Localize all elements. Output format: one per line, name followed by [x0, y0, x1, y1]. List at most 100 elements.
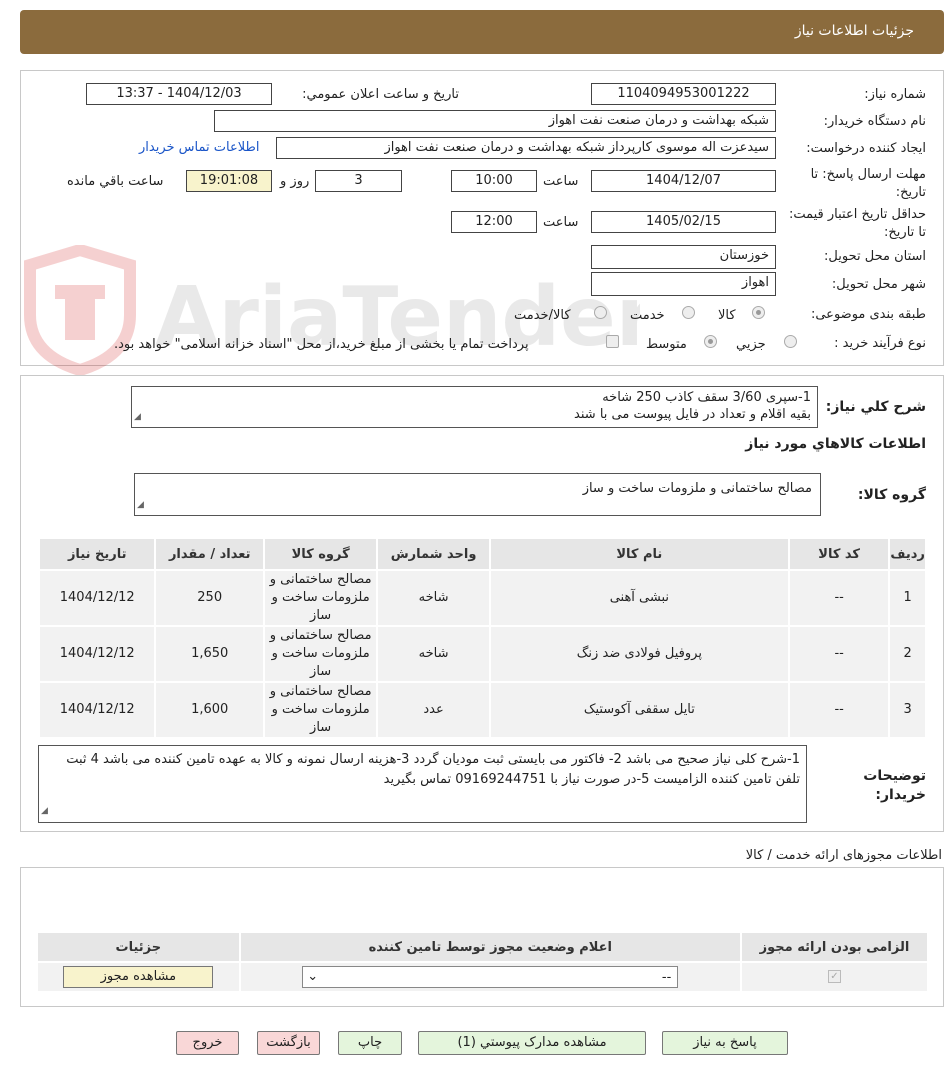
cell-code: -- — [787, 569, 891, 627]
cell-qty: 250 — [154, 569, 265, 627]
col-license-status: اعلام وضعیت مجوز توسط تامین کننده — [238, 931, 742, 963]
required-checkbox: ✓ — [827, 970, 841, 983]
announce-label: تاریخ و ساعت اعلان عمومي: — [302, 87, 459, 102]
remaining-label: ساعت باقي مانده — [67, 174, 164, 189]
cell-date: 1404/12/12 — [37, 625, 157, 683]
cell-group: مصالح ساختمانی و ملزومات ساخت و ساز — [262, 681, 379, 739]
license-required-cell: ✓ — [739, 961, 930, 993]
process-label: نوع فرآیند خرید : — [834, 336, 926, 351]
col-row: ردیف — [888, 537, 927, 571]
exit-button[interactable]: خروج — [176, 1031, 239, 1055]
notes-text: 1-شرح کلی نیاز صحیح می باشد 2- فاکتور می… — [66, 752, 800, 787]
deadline-time-field[interactable]: 10:00 — [451, 170, 537, 192]
category-radio-service[interactable] — [682, 306, 695, 319]
summary-line-2: بقیه اقلام و تعداد در فایل پیوست می با ش… — [574, 407, 811, 422]
validity-hour-label: ساعت — [543, 215, 579, 230]
items-table-header-row: ردیف کد کالا نام کالا واحد شمارش گروه کا… — [37, 537, 927, 571]
cell-row: 3 — [888, 681, 927, 739]
license-status-value: -- — [661, 970, 672, 985]
category-option-service: خدمت — [630, 308, 665, 323]
announce-field[interactable]: 1404/12/03 - 13:37 — [86, 83, 272, 105]
items-table: ردیف کد کالا نام کالا واحد شمارش گروه کا… — [37, 537, 927, 739]
table-row: 3 -- تایل سقفی آکوستیک عدد مصالح ساختمان… — [37, 681, 927, 739]
page-header: جزئیات اطلاعات نیاز — [20, 10, 944, 54]
col-name: نام کالا — [488, 537, 790, 571]
license-row: ✓ ⌄ -- مشاهده مجوز — [36, 961, 930, 993]
notes-textarea[interactable]: 1-شرح کلی نیاز صحیح می باشد 2- فاکتور می… — [38, 745, 807, 823]
group-label: گروه کالا: — [857, 487, 926, 503]
attachments-button[interactable]: مشاهده مدارک پیوستي (1) — [418, 1031, 646, 1055]
need-number-field[interactable]: 1104094953001222 — [591, 83, 776, 105]
process-radio-small[interactable] — [784, 335, 797, 348]
days-field[interactable]: 3 — [315, 170, 402, 192]
back-button[interactable]: بازگشت — [257, 1031, 320, 1055]
col-date: تاریخ نیاز — [37, 537, 157, 571]
buyer-org-label: نام دستگاه خریدار: — [823, 114, 926, 129]
remaining-time-field: 19:01:08 — [186, 170, 272, 192]
cell-qty: 1,600 — [154, 681, 265, 739]
print-button[interactable]: چاپ — [338, 1031, 402, 1055]
validity-date-field[interactable]: 1405/02/15 — [591, 211, 776, 233]
license-status-cell: ⌄ -- — [238, 961, 742, 993]
buyer-contact-link[interactable]: اطلاعات تماس خریدار — [139, 140, 259, 155]
cell-name: پروفیل فولادی ضد زنگ — [488, 625, 790, 683]
days-label: روز و — [280, 174, 310, 189]
summary-textarea[interactable]: 1-سپری 3/60 سقف کاذب 250 شاخه بقیه اقلام… — [131, 386, 818, 428]
cell-name: نبشی آهنی — [488, 569, 790, 627]
payment-note: پرداخت تمام یا بخشی از مبلغ خرید،از محل … — [114, 337, 529, 352]
group-value: مصالح ساختمانی و ملزومات ساخت و ساز — [582, 481, 812, 496]
col-unit: واحد شمارش — [376, 537, 491, 571]
validity-label: حداقل تاریخ اعتبار قیمت: تا تاریخ: — [788, 207, 926, 240]
license-status-select[interactable]: ⌄ -- — [302, 966, 679, 988]
licenses-table: الزامی بودن ارائه مجوز اعلام وضعیت مجوز … — [36, 931, 930, 993]
cell-unit: عدد — [376, 681, 491, 739]
reply-button[interactable]: پاسخ به نیاز — [662, 1031, 788, 1055]
need-number-label: شماره نیاز: — [864, 87, 926, 102]
process-radio-medium[interactable] — [704, 335, 717, 348]
license-details-cell: مشاهده مجوز — [36, 961, 241, 993]
group-textarea[interactable]: مصالح ساختمانی و ملزومات ساخت و ساز ◢ — [134, 473, 821, 516]
deadline-date-field[interactable]: 1404/12/07 — [591, 170, 776, 192]
category-option-both: کالا/خدمت — [514, 308, 571, 323]
cell-unit: شاخه — [376, 569, 491, 627]
category-radio-both[interactable] — [594, 306, 607, 319]
cell-code: -- — [787, 625, 891, 683]
category-option-goods: کالا — [718, 308, 736, 323]
validity-time-field[interactable]: 12:00 — [451, 211, 537, 233]
summary-line-1: 1-سپری 3/60 سقف کاذب 250 شاخه — [602, 390, 811, 405]
notes-label: توضیحات خریدار: — [863, 768, 926, 803]
cell-group: مصالح ساختمانی و ملزومات ساخت و ساز — [262, 625, 379, 683]
treasury-checkbox[interactable] — [606, 335, 619, 348]
requester-field[interactable]: سیدعزت اله موسوی کارپرداز شبکه بهداشت و … — [276, 137, 776, 159]
resize-grip-icon[interactable]: ◢ — [134, 409, 141, 426]
view-license-button[interactable]: مشاهده مجوز — [63, 966, 214, 988]
process-option-small: جزیي — [736, 337, 766, 352]
cell-unit: شاخه — [376, 625, 491, 683]
table-row: 2 -- پروفیل فولادی ضد زنگ شاخه مصالح ساخ… — [37, 625, 927, 683]
cell-qty: 1,650 — [154, 625, 265, 683]
col-qty: تعداد / مقدار — [154, 537, 265, 571]
requester-label: ایجاد کننده درخواست: — [806, 141, 926, 156]
cell-row: 1 — [888, 569, 927, 627]
process-option-medium: متوسط — [646, 337, 687, 352]
category-radio-goods[interactable] — [752, 306, 765, 319]
city-label: شهر محل تحویل: — [831, 277, 926, 292]
col-license-required: الزامی بودن ارائه مجوز — [739, 931, 930, 963]
licenses-header-row: الزامی بودن ارائه مجوز اعلام وضعیت مجوز … — [36, 931, 930, 963]
page-title: جزئیات اطلاعات نیاز — [794, 23, 914, 39]
deadline-label: مهلت ارسال پاسخ: تا تاریخ: — [810, 167, 926, 200]
col-code: کد کالا — [787, 537, 891, 571]
col-license-details: جزئیات — [36, 931, 241, 963]
col-group: گروه کالا — [262, 537, 379, 571]
items-heading: اطلاعات کالاهاي مورد نیاز — [745, 436, 926, 452]
buyer-org-field[interactable]: شبکه بهداشت و درمان صنعت نفت اهواز — [214, 110, 776, 132]
table-row: 1 -- نبشی آهنی شاخه مصالح ساختمانی و ملز… — [37, 569, 927, 627]
chevron-down-icon: ⌄ — [307, 969, 319, 984]
resize-grip-icon[interactable]: ◢ — [41, 801, 48, 821]
resize-grip-icon[interactable]: ◢ — [137, 497, 144, 514]
cell-date: 1404/12/12 — [37, 681, 157, 739]
cell-group: مصالح ساختمانی و ملزومات ساخت و ساز — [262, 569, 379, 627]
summary-label: شرح کلي نیاز: — [825, 399, 926, 415]
province-field[interactable]: خوزستان — [591, 245, 776, 269]
city-field[interactable]: اهواز — [591, 272, 776, 296]
